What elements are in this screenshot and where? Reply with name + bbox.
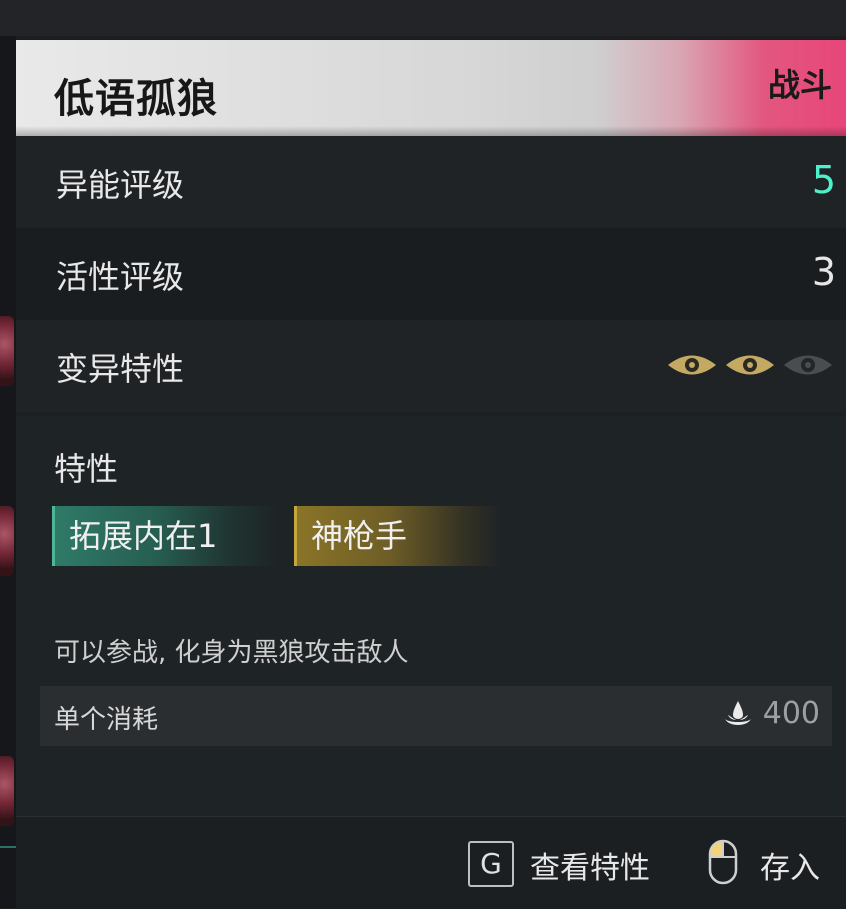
stat-label: 活性评级: [56, 258, 185, 296]
cost-value: 400: [762, 696, 820, 731]
item-title: 低语孤狼: [54, 76, 218, 122]
stat-value: 3: [811, 250, 836, 294]
cost-amount: 400: [721, 696, 820, 731]
cost-bar: 单个消耗 400: [40, 686, 832, 746]
item-description: 可以参战, 化身为黑狼攻击敌人: [54, 638, 409, 668]
store-button[interactable]: 存入: [760, 843, 820, 887]
inventory-thumbnail[interactable]: [0, 316, 14, 386]
trait-chip[interactable]: 拓展内在1: [52, 506, 279, 566]
trait-chip[interactable]: 神枪手: [294, 506, 501, 566]
inventory-thumbnail[interactable]: [0, 506, 14, 576]
inventory-thumbnail[interactable]: [0, 756, 14, 826]
category-tag: 战斗: [767, 66, 832, 104]
currency-icon: [724, 700, 751, 725]
mutation-eye-rating: [666, 350, 834, 380]
view-traits-button[interactable]: 查看特性: [530, 843, 650, 887]
divider: [0, 846, 16, 848]
stat-row-mutation-trait: 变异特性: [16, 320, 846, 412]
stat-value: 5: [811, 158, 836, 202]
mouse-left-click-icon[interactable]: [708, 839, 738, 885]
cost-label: 单个消耗: [54, 705, 159, 735]
gold-eye-icon: [668, 355, 716, 375]
stat-label: 异能评级: [56, 166, 185, 204]
left-inventory-strip: [0, 36, 16, 908]
gray-eye-icon: [784, 355, 832, 375]
stat-label: 变异特性: [56, 350, 185, 388]
traits-section: 特性 拓展内在1 神枪手 可以参战, 化身为黑狼攻击敌人 单个消耗 400: [16, 416, 846, 816]
stat-row-ability-grade: 异能评级 5: [16, 136, 846, 228]
key-g-icon[interactable]: G: [468, 841, 514, 887]
panel-header: 低语孤狼 战斗: [16, 40, 846, 136]
action-footer: G 查看特性 存入: [16, 816, 846, 909]
top-strip: [0, 0, 846, 36]
gold-eye-icon: [726, 355, 774, 375]
item-detail-panel: 低语孤狼 战斗 异能评级 5 活性评级 3 变异特性 特性 拓展内在1 神枪手 …: [16, 40, 846, 909]
stat-row-activity-grade: 活性评级 3: [16, 228, 846, 320]
traits-title: 特性: [54, 450, 119, 488]
